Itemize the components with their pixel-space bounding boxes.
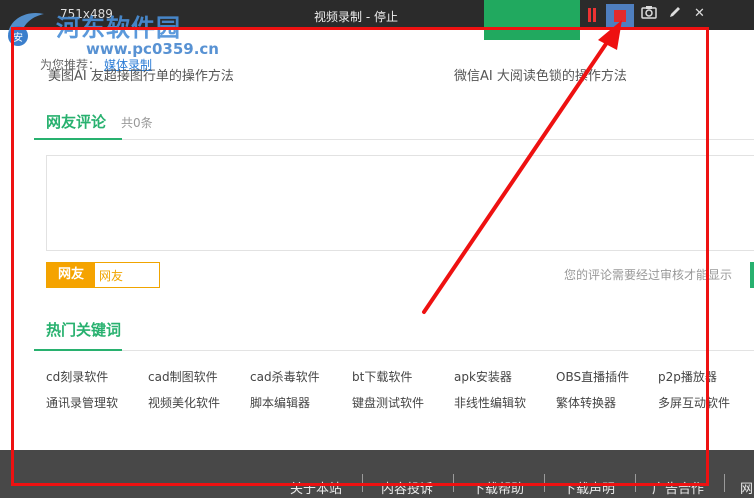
comment-textarea[interactable] [46,155,754,251]
comments-title: 网友评论 [46,113,107,131]
keyword-link[interactable]: cad制图软件 [148,368,218,385]
footer-link-more[interactable]: 网 [740,478,753,497]
site-logo: 安 [4,8,50,50]
close-icon[interactable]: ✕ [694,6,705,21]
keyword-link[interactable]: cad杀毒软件 [250,368,320,385]
footer-separator [362,474,363,492]
review-notice: 您的评论需要经过审核才能显示 [564,268,733,282]
submit-button[interactable] [750,262,754,288]
comments-divider [34,139,754,140]
nickname-label: 网友 [47,263,95,287]
related-article-right[interactable]: 微信AI 大阅读色锁的操作方法 [454,65,627,84]
keyword-link[interactable]: 非线性编辑软 [454,394,526,411]
logo-glyph: 安 [13,33,23,44]
keyword-link[interactable]: 脚本编辑器 [250,394,310,411]
keyword-link[interactable]: p2p播放器 [658,368,717,385]
comments-count: 共0条 [121,116,153,130]
footer-link-ads[interactable]: 广告合作 [652,478,704,497]
pause-icon[interactable] [587,8,597,22]
pen-icon[interactable] [668,5,682,23]
site-footer [0,450,754,498]
keyword-link[interactable]: cd刻录软件 [46,368,108,385]
footer-separator [724,474,725,492]
keyword-link[interactable]: 繁体转换器 [556,394,616,411]
keyword-link[interactable]: 通讯录管理软 [46,394,118,411]
keywords-title: 热门关键词 [46,321,122,339]
nickname-field[interactable]: 网友 网友 [46,262,160,288]
keyword-link[interactable]: 多屏互动软件 [658,394,730,411]
stop-icon [614,10,626,22]
nickname-input[interactable]: 网友 [99,267,123,284]
keyword-link[interactable]: 视频美化软件 [148,394,220,411]
related-article-left[interactable]: 美图AI 友超接图行单的操作方法 [48,65,234,84]
footer-link-about[interactable]: 关于本站 [290,478,342,497]
stop-button[interactable] [606,4,634,28]
watermark-site-name: 河东软件园 [56,13,181,42]
keywords-title-underline [34,349,122,351]
keyword-link[interactable]: apk安装器 [454,368,512,385]
footer-link-statement[interactable]: 下载声明 [563,478,615,497]
footer-link-complaint[interactable]: 内容投诉 [381,478,433,497]
comments-title-underline [34,138,122,140]
footer-link-help[interactable]: 下载帮助 [472,478,524,497]
keywords-divider [34,350,754,351]
footer-separator [453,474,454,492]
recording-area-marker [484,0,580,40]
keyword-link[interactable]: OBS直播插件 [556,368,629,385]
recording-region-frame [11,27,709,486]
footer-separator [635,474,636,492]
camera-icon[interactable] [641,5,657,23]
recorder-title: 视频录制 - 停止 [314,10,398,24]
keyword-link[interactable]: 键盘测试软件 [352,394,424,411]
keyword-link[interactable]: bt下载软件 [352,368,412,385]
footer-separator [544,474,545,492]
